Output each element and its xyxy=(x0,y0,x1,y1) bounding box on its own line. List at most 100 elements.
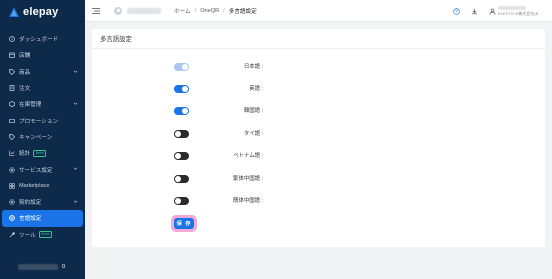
sidebar-item-label: 注文 xyxy=(19,86,31,93)
language-row: タイ語 : xyxy=(92,128,545,140)
language-label: ベトナム語 : xyxy=(233,153,263,159)
sidebar-item-0[interactable]: ダッシュボード xyxy=(0,31,85,47)
sidebar-item-label: キャンペーン xyxy=(19,134,53,141)
gear-icon xyxy=(9,166,15,173)
chevron-down-icon[interactable] xyxy=(73,69,78,74)
language-label: タイ語 : xyxy=(243,131,263,137)
footer-value: 0 xyxy=(62,264,66,270)
sidebar-item-11[interactable]: 言語設定 xyxy=(2,210,83,227)
sidebar-item-label: 在庫管理 xyxy=(19,102,42,109)
sidebar-item-9[interactable]: Marketplace xyxy=(0,178,85,194)
breadcrumb-home[interactable]: ホーム xyxy=(174,7,191,15)
sidebar-item-label: ツール xyxy=(19,232,36,239)
beta-badge: Beta xyxy=(38,231,52,239)
gear-icon xyxy=(9,199,15,205)
beta-badge: Beta xyxy=(33,149,47,157)
menu-toggle-icon[interactable] xyxy=(92,7,100,15)
user-menu[interactable]: ELESTYLE株式会社(E... xyxy=(498,5,548,17)
sidebar: elepay ダッシュボード 店舗 商品 注文 在庫管理 プロモーション キャンペーン 統計 B… xyxy=(0,0,85,279)
language-toggle xyxy=(174,63,189,71)
toggle-knob xyxy=(182,108,188,114)
page-title: 多言語設定 xyxy=(92,29,545,49)
language-toggle[interactable] xyxy=(174,85,189,93)
sidebar-item-10[interactable]: 契約設定 xyxy=(0,194,85,210)
toggle-knob xyxy=(182,86,188,92)
sidebar-item-6[interactable]: キャンペーン xyxy=(0,129,85,145)
toggle-knob xyxy=(175,153,181,159)
toggle-knob xyxy=(175,198,181,204)
language-settings-card: 多言語設定 日本語 : 英語 : 韓国語 : タイ語 : ベトナム語 : 繁体中国語 : 簡… xyxy=(92,29,545,247)
user-icon[interactable] xyxy=(489,8,496,15)
sidebar-item-3[interactable]: 注文 xyxy=(0,80,85,96)
logo-icon xyxy=(9,7,19,17)
language-row: ベトナム語 : xyxy=(92,150,545,162)
sidebar-item-label: プロモーション xyxy=(19,118,59,125)
account-name-redacted xyxy=(18,264,58,270)
toggle-knob xyxy=(182,64,188,70)
language-row: 韓国語 : xyxy=(92,105,545,117)
ticket-icon xyxy=(9,118,15,124)
language-toggle[interactable] xyxy=(174,152,189,160)
sidebar-item-7[interactable]: 統計 Beta xyxy=(0,145,85,161)
chevron-down-icon[interactable] xyxy=(73,101,78,106)
language-label: 簡体中国語 : xyxy=(233,198,263,204)
save-button[interactable]: 保 存 xyxy=(174,218,194,229)
sidebar-item-label: 店舗 xyxy=(19,53,31,60)
language-toggle[interactable] xyxy=(174,130,189,138)
sidebar-nav: ダッシュボード 店舗 商品 注文 在庫管理 プロモーション キャンペーン 統計 Beta サービス… xyxy=(0,31,85,243)
language-toggle[interactable] xyxy=(174,107,189,115)
chevron-down-icon[interactable] xyxy=(73,166,78,171)
sidebar-item-12[interactable]: ツール Beta xyxy=(0,227,85,243)
logo[interactable]: elepay xyxy=(0,1,85,23)
box-icon xyxy=(9,101,15,108)
wrench-icon xyxy=(9,231,15,238)
breadcrumb-current: 多言語設定 xyxy=(228,8,257,15)
breadcrumb-separator: / xyxy=(223,7,225,14)
sidebar-item-2[interactable]: 商品 xyxy=(0,64,85,80)
sidebar-item-label: 商品 xyxy=(19,69,31,76)
chevron-down-icon[interactable] xyxy=(73,199,78,204)
grid-icon xyxy=(9,183,15,189)
shop-name-redacted xyxy=(127,7,161,14)
language-label: 繁体中国語 : xyxy=(233,176,263,182)
app-name: elepay xyxy=(23,6,59,18)
save-button-highlight: 保 存 xyxy=(171,215,197,232)
breadcrumb-separator: / xyxy=(194,7,197,14)
tag-icon xyxy=(9,68,15,75)
language-row: 繁体中国語 : xyxy=(92,173,545,185)
sidebar-item-label: 統計 xyxy=(19,151,31,158)
download-icon[interactable] xyxy=(471,8,478,15)
sidebar-item-8[interactable]: サービス設定 xyxy=(0,161,85,177)
breadcrumb: ホーム / OneQR / 多言語設定 xyxy=(174,7,257,15)
breadcrumb-oneqr[interactable]: OneQR xyxy=(200,8,219,14)
toggle-knob xyxy=(175,131,181,137)
shop-avatar[interactable] xyxy=(114,6,122,15)
sidebar-item-4[interactable]: 在庫管理 xyxy=(0,96,85,112)
language-toggle[interactable] xyxy=(174,197,189,205)
sidebar-item-5[interactable]: プロモーション xyxy=(0,112,85,128)
language-label: 日本語 : xyxy=(243,64,263,70)
tag-icon xyxy=(9,134,15,140)
clock-icon xyxy=(9,36,15,42)
topbar-actions: ELESTYLE株式会社(E... xyxy=(453,0,552,22)
toggle-knob xyxy=(175,176,181,182)
help-icon[interactable] xyxy=(453,7,460,15)
language-row: 英語 : xyxy=(92,83,545,95)
language-row: 簡体中国語 : xyxy=(92,195,545,207)
language-label: 英語 : xyxy=(249,86,263,92)
sidebar-footer: 0 xyxy=(18,264,65,270)
topbar: ホーム / OneQR / 多言語設定 ELESTYLE株式会社(E... xyxy=(85,0,552,22)
language-row: 日本語 : xyxy=(92,61,545,73)
language-label: 韓国語 : xyxy=(243,108,263,114)
sidebar-item-1[interactable]: 店舗 xyxy=(0,47,85,63)
sidebar-item-label: 契約設定 xyxy=(19,200,42,207)
chart-icon xyxy=(9,150,15,156)
language-toggle[interactable] xyxy=(174,175,189,183)
user-company: ELESTYLE株式会社(E... xyxy=(498,10,542,16)
sidebar-item-label: 言語設定 xyxy=(19,216,42,223)
document-icon xyxy=(9,85,15,91)
globe-icon xyxy=(9,215,15,222)
store-icon xyxy=(9,52,15,59)
sidebar-item-label: サービス設定 xyxy=(19,167,53,174)
sidebar-item-label: ダッシュボード xyxy=(19,37,59,44)
